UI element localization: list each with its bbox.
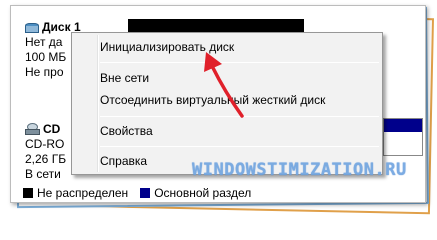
legend-unallocated-label: Не распределен: [37, 186, 129, 200]
cd-drive-icon: [25, 123, 40, 136]
legend-primary-swatch: [140, 188, 151, 198]
legend-unallocated-swatch: [23, 188, 33, 198]
menu-separator: [100, 146, 379, 147]
hard-disk-icon: [25, 22, 39, 33]
red-arrow-icon: [204, 52, 244, 118]
legend-primary-label: Основной раздел: [154, 186, 252, 200]
menu-item-help[interactable]: Справка: [100, 152, 147, 170]
watermark: WINDOWSTIMIZATION.RU: [192, 160, 407, 180]
cd-volume-box[interactable]: [383, 118, 423, 156]
legend: Не распределен Основной раздел: [23, 186, 251, 200]
cd-drive-title: CD: [43, 122, 61, 136]
menu-item-properties[interactable]: Свойства: [100, 122, 153, 140]
menu-gutter-highlight: [98, 35, 99, 172]
menu-item-offline[interactable]: Вне сети: [100, 69, 149, 87]
primary-partition-stripe: [384, 119, 422, 132]
